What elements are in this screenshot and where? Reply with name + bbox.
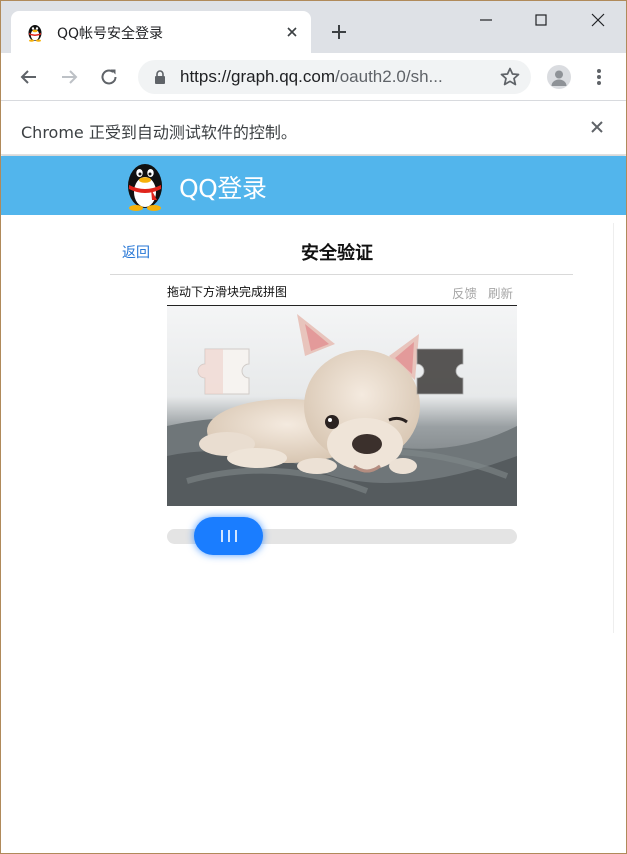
bookmark-star-icon[interactable] [498, 65, 522, 89]
browser-window: QQ帐号安全登录 https://graph.qq.com/oauth2.0/s… [0, 0, 627, 854]
feedback-link[interactable]: 反馈 [452, 283, 477, 302]
profile-avatar-icon[interactable] [547, 65, 571, 89]
qq-login-header: QQ登录 [1, 156, 626, 215]
url-path: /oauth2.0/sh... [334, 67, 443, 86]
url-text[interactable]: https://graph.qq.com/oauth2.0/sh... [180, 67, 486, 87]
qq-penguin-logo [128, 164, 162, 211]
qq-penguin-icon [28, 25, 42, 42]
forward-arrow-icon[interactable] [57, 65, 81, 89]
browser-tab[interactable]: QQ帐号安全登录 [11, 11, 311, 53]
puppy-photo [167, 306, 517, 506]
grip-lines-icon [221, 530, 237, 542]
tab-strip: QQ帐号安全登录 [1, 1, 626, 53]
automation-infobar: Chrome 正受到自动测试软件的控制。 [1, 101, 626, 155]
new-tab-plus-icon[interactable] [327, 20, 351, 44]
browser-toolbar: https://graph.qq.com/oauth2.0/sh... [1, 53, 626, 101]
tab-close-icon[interactable] [283, 23, 301, 41]
refresh-link[interactable]: 刷新 [488, 283, 513, 302]
tab-title: QQ帐号安全登录 [57, 26, 164, 42]
lock-icon[interactable] [154, 70, 166, 84]
minimize-icon[interactable] [471, 9, 501, 31]
window-close-icon[interactable] [583, 9, 613, 31]
security-verify-title: 安全验证 [301, 243, 373, 264]
maximize-icon[interactable] [526, 9, 556, 31]
content-right-border [613, 223, 614, 633]
puzzle-piece[interactable] [197, 348, 250, 395]
address-bar[interactable]: https://graph.qq.com/oauth2.0/sh... [138, 60, 531, 94]
back-link[interactable]: 返回 [122, 242, 150, 262]
infobar-message: Chrome 正受到自动测试软件的控制。 [21, 123, 297, 142]
slider-handle[interactable] [194, 517, 263, 555]
infobar-close-icon[interactable] [586, 116, 608, 138]
puzzle-instruction: 拖动下方滑块完成拼图 [167, 285, 288, 299]
header-divider [110, 274, 573, 275]
qq-login-title: QQ登录 [179, 174, 267, 203]
puzzle-gap [416, 348, 464, 395]
kebab-menu-icon[interactable] [589, 65, 609, 89]
back-arrow-icon[interactable] [17, 65, 41, 89]
url-host: https://graph.qq.com [180, 67, 335, 86]
reload-icon[interactable] [97, 65, 121, 89]
captcha-puzzle-image [167, 305, 517, 506]
